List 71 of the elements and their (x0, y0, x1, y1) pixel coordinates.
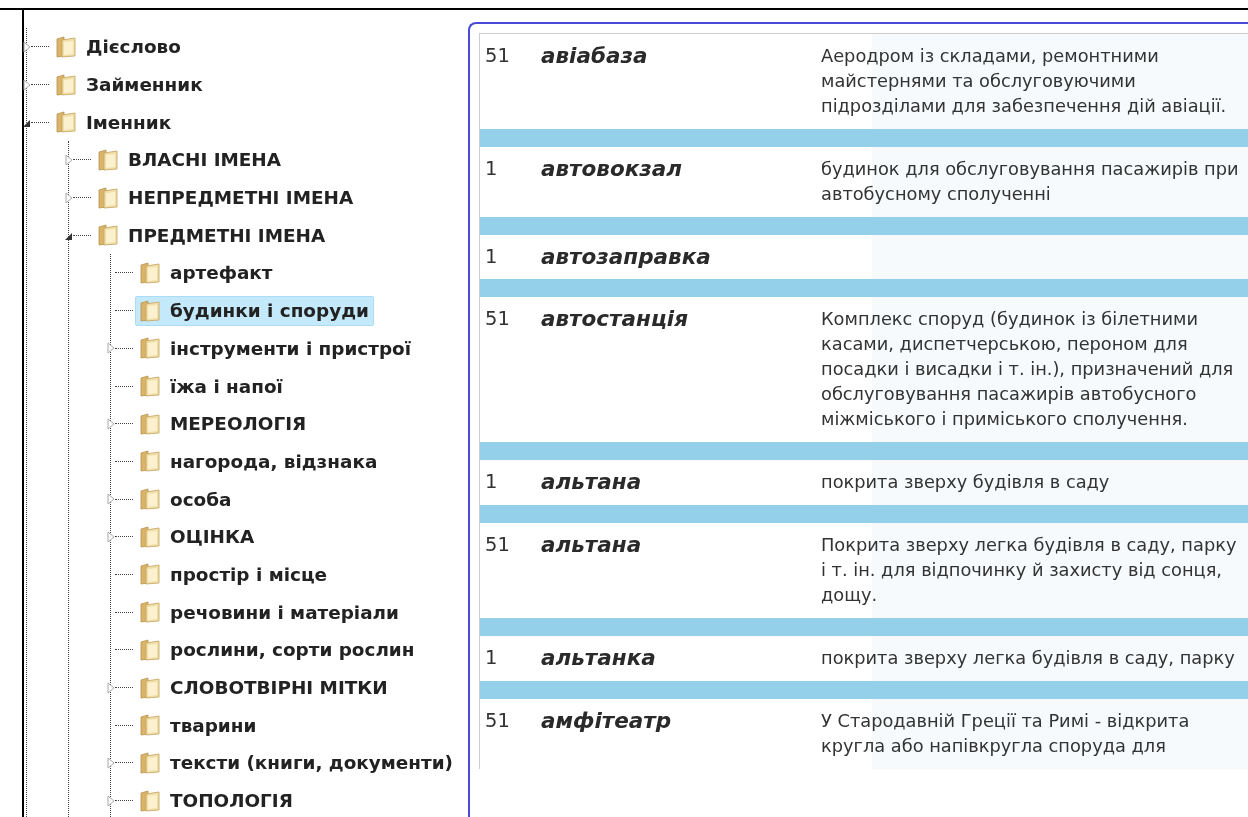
tree-item[interactable]: простір і місце (135, 559, 332, 590)
entry-number: 51 (485, 709, 511, 734)
entry-word: авіабаза (541, 44, 649, 70)
collapsed-triangle-icon[interactable] (107, 530, 115, 543)
collapsed-triangle-icon[interactable] (107, 342, 115, 355)
entry-definition: покрита зверху будівля в саду (821, 471, 1110, 492)
folder-icon (140, 751, 160, 774)
entry-word: альтана (541, 533, 643, 559)
folder-icon (140, 375, 160, 398)
tree-item[interactable]: ПРЕДМЕТНІ ІМЕНА (93, 220, 331, 251)
tree-item[interactable]: інструменти і пристрої (135, 333, 416, 364)
entry-number: 1 (485, 646, 499, 671)
folder-icon (56, 73, 76, 96)
tree-item[interactable]: будинки і споруди (135, 295, 374, 326)
tree-item[interactable]: нагорода, відзнака (135, 446, 383, 477)
folder-icon (140, 488, 160, 511)
collapsed-triangle-icon[interactable] (23, 40, 31, 53)
entry-word: автостанція (541, 307, 690, 333)
entry-definition: будинок для обслуговування пасажирів при автобусному сполученні (821, 158, 1239, 204)
entry-number: 51 (485, 533, 511, 558)
folder-icon (140, 714, 160, 737)
folder-icon (140, 676, 160, 699)
folder-icon (140, 299, 160, 322)
tree-item[interactable]: НЕПРЕДМЕТНІ ІМЕНА (93, 182, 359, 213)
entry-word: автозаправка (541, 245, 712, 269)
entry-definition: У Стародавній Греції та Римі - відкрита кругла або напівкругла споруда для (821, 710, 1190, 756)
folder-icon (140, 789, 160, 812)
tree-item[interactable]: їжа і напої (135, 371, 288, 402)
entry-word: автовокзал (541, 157, 684, 183)
folder-icon (140, 525, 160, 548)
tree-item[interactable]: артефакт (135, 257, 278, 288)
entry-definition: Комплекс споруд (будинок із білетними касами, диспетчерською, пероном для посадки і висадки і т. ін.), призначений для обслуговування пасажирів автобусного міжміського і приміського сполучення. (821, 308, 1234, 429)
entry-number: 1 (485, 470, 499, 495)
folder-icon (140, 337, 160, 360)
tree-item[interactable]: ОЦІНКА (135, 521, 260, 552)
entry-definition: Аеродром із складами, ремонтними майстернями та обслуговуючими підрозділами для забезпечення дій авіації. (821, 45, 1227, 116)
tree-item[interactable]: речовини і матеріали (135, 597, 404, 628)
collapsed-triangle-icon[interactable] (107, 756, 115, 769)
folder-icon (140, 261, 160, 284)
tree-item[interactable]: ВЛАСНІ ІМЕНА (93, 144, 286, 175)
tree-item[interactable]: СЛОВОТВІРНІ МІТКИ (135, 672, 393, 703)
entry-number: 51 (485, 307, 511, 332)
tree-item[interactable]: особа (135, 484, 237, 515)
tree-item[interactable]: Дієслово (51, 31, 186, 62)
folder-icon (140, 412, 160, 435)
folder-icon (98, 148, 118, 171)
entry-definition: покрита зверху легка будівля в саду, парку (821, 647, 1235, 668)
collapsed-triangle-icon[interactable] (23, 78, 31, 91)
tree-item[interactable]: Займенник (51, 69, 208, 100)
collapsed-triangle-icon[interactable] (107, 794, 115, 807)
tree-item[interactable]: тварини (135, 710, 262, 741)
tree-item[interactable]: ТОПОЛОГІЯ (135, 785, 298, 816)
entry-word: альтанка (541, 646, 657, 671)
folder-icon (140, 563, 160, 586)
folder-icon (56, 35, 76, 58)
folder-icon (140, 638, 160, 661)
entry-number: 1 (485, 245, 499, 269)
folder-icon (98, 186, 118, 209)
entry-word: альтана (541, 470, 643, 495)
tree-item[interactable]: МЕРЕОЛОГІЯ (135, 408, 312, 439)
entry-definition: Покрита зверху легка будівля в саду, парку і т. ін. для відпочинку й захисту від сонця, дощу. (821, 534, 1237, 605)
entry-number: 51 (485, 44, 511, 69)
folder-icon (56, 111, 76, 134)
tree-item[interactable]: рослини, сорти рослин (135, 634, 420, 665)
entry-word: амфітеатр (541, 709, 673, 735)
entry-number: 1 (485, 157, 499, 182)
folder-icon (140, 450, 160, 473)
folder-icon (98, 224, 118, 247)
tree-item[interactable]: Іменник (51, 107, 177, 138)
tree-item[interactable]: тексти (книги, документи) (135, 747, 458, 778)
folder-icon (140, 601, 160, 624)
